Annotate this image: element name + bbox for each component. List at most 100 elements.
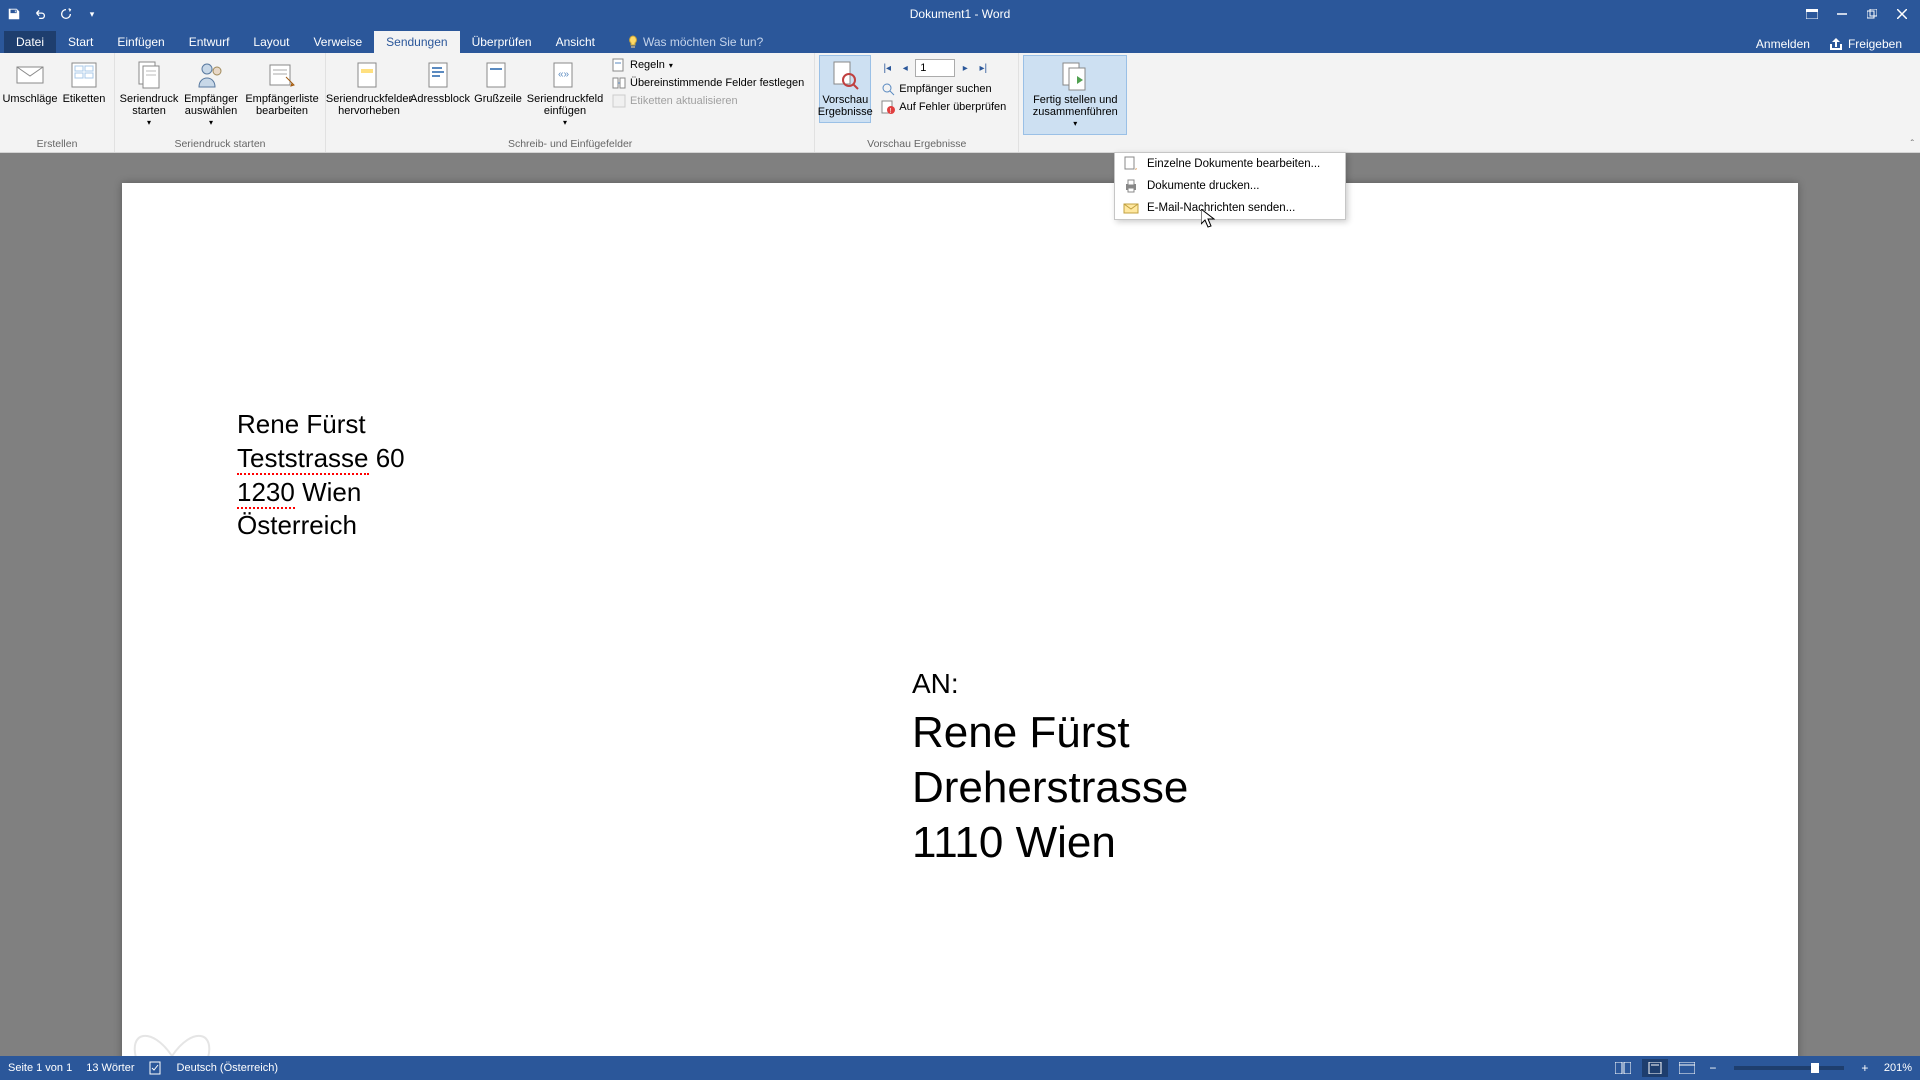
match-fields-button[interactable]: Übereinstimmende Felder festlegen: [608, 75, 808, 91]
finish-merge-button[interactable]: Fertig stellen und zusammenführen▾: [1023, 55, 1127, 135]
quick-access-toolbar: ▾: [4, 4, 102, 24]
group-label-create: Erstellen: [4, 136, 110, 152]
zoom-out-button[interactable]: −: [1706, 1061, 1720, 1075]
title-bar: ▾ Dokument1 - Word: [0, 0, 1920, 28]
envelopes-button[interactable]: Umschläge: [4, 55, 56, 109]
start-merge-button[interactable]: Seriendruck starten▾: [119, 55, 179, 133]
status-bar: Seite 1 von 1 13 Wörter Deutsch (Österre…: [0, 1056, 1920, 1080]
greeting-icon: [482, 59, 514, 91]
edit-list-icon: [266, 59, 298, 91]
find-recipient-button[interactable]: Empfänger suchen: [877, 81, 1010, 97]
close-icon[interactable]: [1888, 4, 1916, 24]
save-icon[interactable]: [4, 4, 24, 24]
tab-start[interactable]: Start: [56, 31, 105, 53]
labels-button[interactable]: Etiketten: [58, 55, 110, 109]
maximize-icon[interactable]: [1858, 4, 1886, 24]
recipient-label[interactable]: AN:: [912, 668, 959, 700]
group-label-preview: Vorschau Ergebnisse: [819, 136, 1014, 152]
proofing-icon[interactable]: [149, 1061, 163, 1075]
recipient-address[interactable]: Rene Fürst Dreherstrasse 1110 Wien: [912, 705, 1188, 870]
svg-text:!: !: [890, 108, 892, 114]
sender-address[interactable]: Rene Fürst Teststrasse 60 1230 Wien Öste…: [237, 408, 405, 543]
finish-merge-icon: [1059, 60, 1091, 92]
ribbon-tabs: Datei Start Einfügen Entwurf Layout Verw…: [0, 28, 1920, 53]
sign-in-link[interactable]: Anmelden: [1750, 35, 1816, 53]
greeting-line-button[interactable]: Grußzeile: [472, 55, 524, 109]
collapse-ribbon-icon[interactable]: ˆ: [1911, 139, 1914, 150]
zoom-in-button[interactable]: +: [1858, 1061, 1872, 1075]
document-sheets-icon: [133, 59, 165, 91]
page-indicator[interactable]: Seite 1 von 1: [8, 1062, 72, 1074]
edit-doc-icon: [1123, 156, 1139, 172]
update-labels-icon: [612, 94, 626, 108]
web-layout-icon[interactable]: [1674, 1059, 1700, 1077]
recipient-street: Dreherstrasse: [912, 760, 1188, 815]
highlight-field-icon: [353, 59, 385, 91]
record-navigation: |◂ ◂ ▸ ▸|: [877, 57, 1010, 79]
tab-view[interactable]: Ansicht: [544, 31, 607, 53]
magnifier-icon: [829, 60, 861, 92]
finish-merge-dropdown: Einzelne Dokumente bearbeiten... Dokumen…: [1114, 152, 1346, 220]
share-button[interactable]: Freigeben: [1824, 35, 1908, 53]
tell-me-search[interactable]: Was möchten Sie tun?: [619, 31, 771, 53]
highlight-merge-fields-button[interactable]: Seriendruckfelder hervorheben: [330, 55, 408, 121]
redo-icon[interactable]: [56, 4, 76, 24]
minimize-icon[interactable]: [1828, 4, 1856, 24]
lightbulb-icon: [627, 35, 639, 49]
insert-merge-field-button[interactable]: «» Seriendruckfeld einfügen▾: [526, 55, 604, 133]
update-labels-button: Etiketten aktualisieren: [608, 93, 808, 109]
send-email-item[interactable]: E-Mail-Nachrichten senden...: [1115, 197, 1345, 219]
tab-file[interactable]: Datei: [4, 31, 56, 53]
print-icon: [1123, 178, 1139, 194]
ribbon: Umschläge Etiketten Erstellen Seriendruc…: [0, 53, 1920, 153]
last-record-icon[interactable]: ▸|: [975, 60, 991, 76]
tab-design[interactable]: Entwurf: [177, 31, 242, 53]
address-block-button[interactable]: Adressblock: [410, 55, 470, 109]
group-write-insert: Seriendruckfelder hervorheben Adressbloc…: [326, 53, 815, 152]
print-documents-item[interactable]: Dokumente drucken...: [1115, 175, 1345, 197]
prev-record-icon[interactable]: ◂: [897, 60, 913, 76]
next-record-icon[interactable]: ▸: [957, 60, 973, 76]
zoom-slider[interactable]: [1734, 1066, 1844, 1070]
language-indicator[interactable]: Deutsch (Österreich): [177, 1062, 278, 1074]
tab-insert[interactable]: Einfügen: [105, 31, 176, 53]
tab-references[interactable]: Verweise: [301, 31, 374, 53]
group-finish: Fertig stellen und zusammenführen▾ Ferti…: [1019, 53, 1131, 152]
document-page: Rene Fürst Teststrasse 60 1230 Wien Öste…: [122, 183, 1798, 1056]
sender-city: 1230 Wien: [237, 476, 405, 510]
address-block-icon: [424, 59, 456, 91]
check-errors-button[interactable]: !Auf Fehler überprüfen: [877, 99, 1010, 115]
record-number-input[interactable]: [915, 59, 955, 77]
print-layout-icon[interactable]: [1642, 1059, 1668, 1077]
insert-field-icon: «»: [549, 59, 581, 91]
zoom-thumb[interactable]: [1811, 1063, 1819, 1073]
tab-review[interactable]: Überprüfen: [460, 31, 544, 53]
butterfly-watermark-icon: [122, 1016, 222, 1056]
sender-name: Rene Fürst: [237, 408, 405, 442]
ribbon-display-icon[interactable]: [1798, 4, 1826, 24]
zoom-level[interactable]: 201%: [1884, 1062, 1912, 1074]
search-icon: [881, 82, 895, 96]
word-count[interactable]: 13 Wörter: [86, 1062, 134, 1074]
preview-results-button[interactable]: Vorschau Ergebnisse: [819, 55, 871, 123]
undo-icon[interactable]: [30, 4, 50, 24]
first-record-icon[interactable]: |◂: [879, 60, 895, 76]
svg-text:«»: «»: [558, 69, 570, 80]
sender-country: Österreich: [237, 509, 405, 543]
select-recipients-button[interactable]: Empfänger auswählen▾: [181, 55, 241, 133]
group-label-start-merge: Seriendruck starten: [119, 136, 321, 152]
read-mode-icon[interactable]: [1610, 1059, 1636, 1077]
rules-button[interactable]: Regeln ▾: [608, 57, 808, 73]
edit-recipient-list-button[interactable]: Empfängerliste bearbeiten: [243, 55, 321, 121]
rules-icon: [612, 58, 626, 72]
tab-mailings[interactable]: Sendungen: [374, 31, 459, 53]
tab-layout[interactable]: Layout: [241, 31, 301, 53]
group-label-write-insert: Schreib- und Einfügefelder: [330, 136, 810, 152]
edit-individual-documents-item[interactable]: Einzelne Dokumente bearbeiten...: [1115, 153, 1345, 175]
group-start-merge: Seriendruck starten▾ Empfänger auswählen…: [115, 53, 326, 152]
group-create: Umschläge Etiketten Erstellen: [0, 53, 115, 152]
document-viewport[interactable]: Rene Fürst Teststrasse 60 1230 Wien Öste…: [0, 153, 1920, 1056]
envelope-icon: [14, 59, 46, 91]
recipient-name: Rene Fürst: [912, 705, 1188, 760]
qat-customize-icon[interactable]: ▾: [82, 4, 102, 24]
